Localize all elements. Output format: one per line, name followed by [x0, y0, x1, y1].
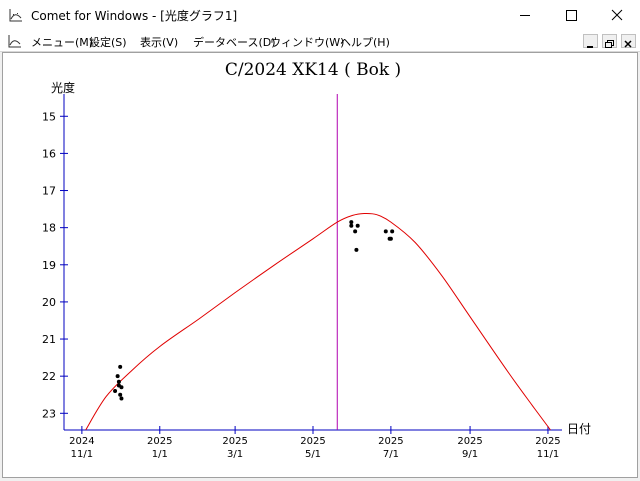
- observation-point: [115, 374, 120, 379]
- menu-help[interactable]: ヘルプ(H): [340, 34, 390, 50]
- title-bar: Comet for Windows - [光度グラフ1]: [0, 0, 640, 31]
- menu-view[interactable]: 表示(V): [140, 34, 178, 50]
- predicted-magnitude-curve: [85, 212, 551, 431]
- observation-point: [116, 379, 121, 384]
- x-tick-label-date: 5/1: [305, 449, 321, 460]
- observation-point: [113, 389, 118, 394]
- close-icon: [611, 9, 623, 21]
- y-tick-label: 15: [42, 110, 56, 123]
- x-tick-label-date: 3/1: [227, 449, 243, 460]
- close-icon: [624, 40, 632, 48]
- y-tick-label: 23: [42, 407, 56, 420]
- x-tick-label-date: 7/1: [383, 449, 399, 460]
- x-tick-label-year: 2025: [457, 436, 482, 447]
- y-tick-label: 19: [42, 259, 56, 272]
- y-tick-label: 17: [42, 185, 56, 198]
- child-restore-button[interactable]: [602, 34, 617, 48]
- observation-point: [118, 364, 123, 369]
- minimize-icon: [587, 46, 593, 48]
- y-axis-label: 光度: [51, 80, 75, 95]
- menu-settings[interactable]: 設定(S): [89, 34, 127, 50]
- x-tick-label-year: 2025: [378, 436, 403, 447]
- maximize-icon: [566, 10, 577, 21]
- menu-window[interactable]: ウィンドウ(W): [270, 34, 344, 50]
- x-tick-label-year: 2025: [222, 436, 247, 447]
- maximize-button[interactable]: [548, 0, 594, 31]
- child-close-button[interactable]: [621, 34, 636, 48]
- menu-database[interactable]: データベース(D): [193, 34, 276, 50]
- restore-icon: [605, 40, 614, 48]
- x-tick-label-date: 11/1: [71, 449, 93, 460]
- x-tick-label-year: 2025: [535, 436, 560, 447]
- y-tick-label: 22: [42, 370, 56, 383]
- observation-point: [118, 392, 123, 397]
- observation-point: [349, 220, 354, 225]
- x-tick-label-date: 9/1: [462, 449, 478, 460]
- chart-title: C/2024 XK14 ( Bok ): [225, 60, 401, 80]
- x-tick-label-date: 11/1: [537, 449, 559, 460]
- document-graph-icon[interactable]: [7, 33, 23, 49]
- x-axis-label: 日付: [567, 422, 591, 436]
- observation-point: [119, 396, 124, 401]
- child-minimize-button[interactable]: [583, 34, 598, 48]
- brightness-chart: C/2024 XK14 ( Bok ) 光度 日付 15 16 17 18 19 20 21…: [42, 60, 591, 460]
- x-tick-label-year: 2025: [147, 436, 172, 447]
- window-title: Comet for Windows - [光度グラフ1]: [31, 9, 238, 23]
- observation-point: [119, 385, 124, 390]
- observation-point: [388, 236, 393, 241]
- observation-point: [355, 223, 360, 228]
- y-tick-label: 16: [42, 147, 56, 160]
- x-tick-label-date: 1/1: [152, 449, 168, 460]
- x-tick-label-year: 2024: [69, 436, 94, 447]
- y-tick-label: 21: [42, 333, 56, 346]
- comet-graph-app-icon: [9, 9, 22, 22]
- observation-point: [353, 229, 358, 234]
- observation-point: [354, 247, 359, 252]
- observation-point: [390, 229, 395, 234]
- close-button[interactable]: [594, 0, 640, 31]
- x-tick-label-year: 2025: [300, 436, 325, 447]
- observation-point: [349, 223, 354, 228]
- graph-window: C/2024 XK14 ( Bok ) 光度 日付 15 16 17 18 19 20 21…: [2, 52, 638, 478]
- y-tick-label: 18: [42, 222, 56, 235]
- minimize-button[interactable]: [502, 0, 548, 31]
- y-tick-label: 20: [42, 296, 56, 309]
- observation-point: [383, 229, 388, 234]
- minimize-icon: [520, 15, 530, 16]
- menu-bar: メニュー(M) 設定(S) 表示(V) データベース(D) ウィンドウ(W) ヘ…: [0, 31, 640, 52]
- menu-menu[interactable]: メニュー(M): [31, 34, 93, 50]
